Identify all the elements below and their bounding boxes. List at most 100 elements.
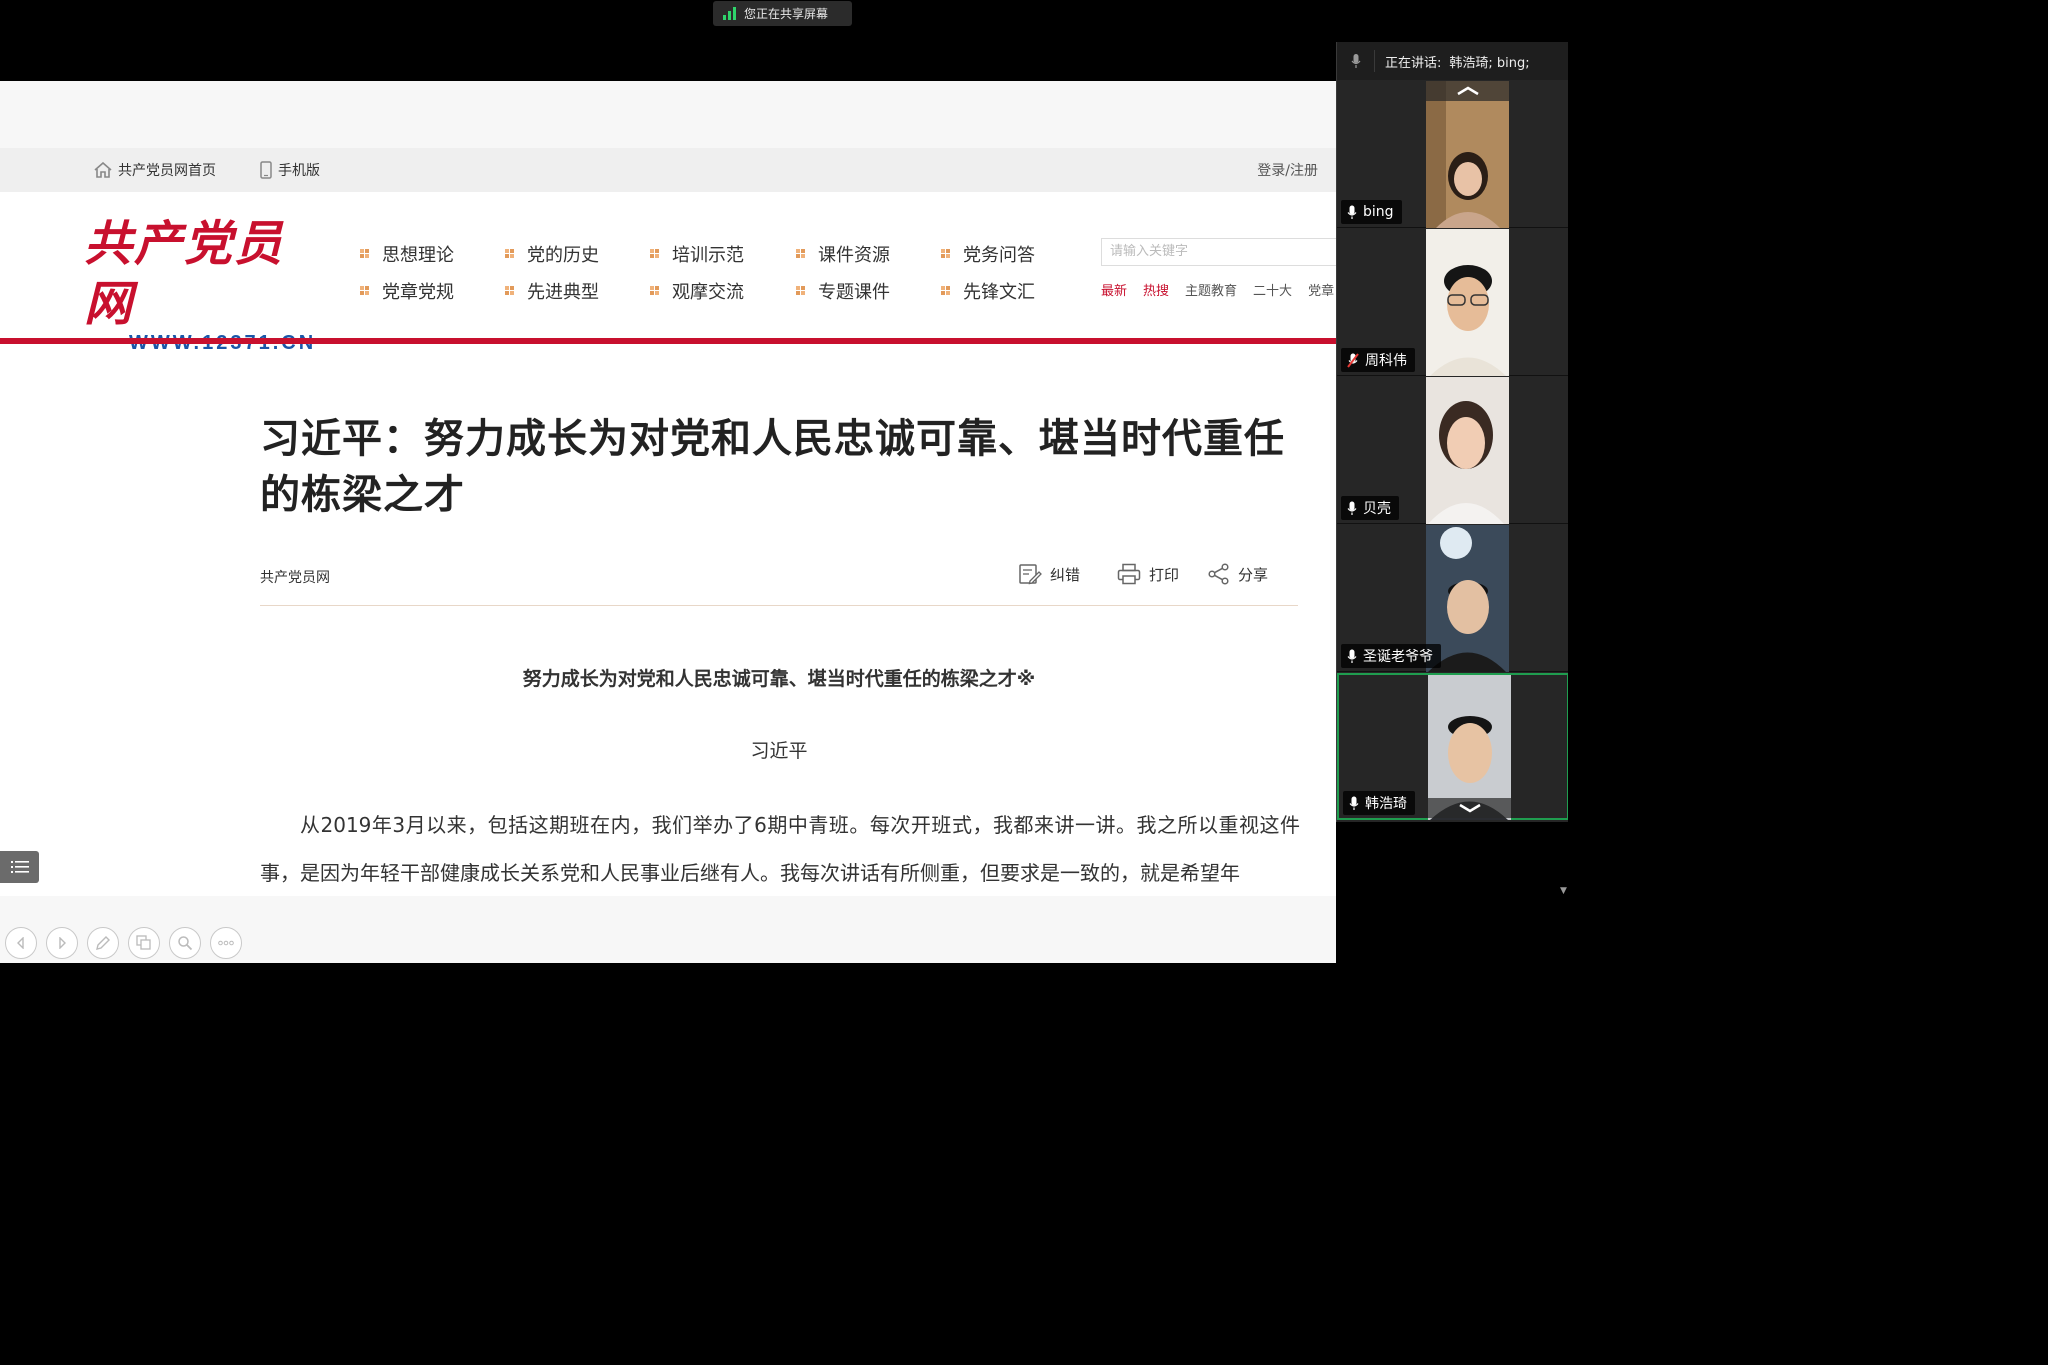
annotate-button[interactable]: [87, 927, 119, 959]
bullet-icon: [796, 286, 806, 296]
participant-video: [1426, 81, 1509, 228]
nav-item-theory[interactable]: 思想理论: [360, 241, 454, 267]
chevron-up-icon: [1456, 86, 1479, 96]
participant-tile[interactable]: bing: [1337, 81, 1568, 228]
correct-button[interactable]: 纠错: [1018, 563, 1080, 585]
participant-tile[interactable]: 圣诞老爷爷: [1337, 525, 1568, 672]
next-button[interactable]: [46, 927, 78, 959]
participant-tile-active[interactable]: 韩浩琦: [1337, 673, 1568, 820]
viewer-toolbar: [5, 927, 242, 959]
home-icon: [94, 162, 112, 178]
print-label: 打印: [1149, 565, 1180, 584]
participant-name: 贝壳: [1363, 501, 1391, 517]
speaking-label: 正在讲话:: [1385, 55, 1442, 71]
nav-item-literature[interactable]: 先锋文汇: [941, 278, 1035, 304]
hot-link[interactable]: 热搜: [1143, 280, 1169, 299]
participant-tile[interactable]: 周科伟: [1337, 229, 1568, 376]
participant-name: 圣诞老爷爷: [1363, 649, 1433, 665]
mic-icon: [1347, 501, 1357, 515]
participant-name-tag: bing: [1341, 200, 1402, 224]
home-link[interactable]: 共产党员网首页: [94, 148, 216, 192]
participant-video: [1426, 229, 1509, 376]
article-paragraph: 从2019年3月以来，包括这期班在内，我们举办了6期中青班。每次开班式，我都来讲…: [260, 813, 1300, 885]
participant-name-tag: 韩浩琦: [1343, 791, 1415, 815]
previous-button[interactable]: [5, 927, 37, 959]
mobile-version-link[interactable]: 手机版: [260, 148, 320, 192]
nav-item-qa[interactable]: 党务问答: [941, 241, 1035, 267]
login-register-link[interactable]: 登录/注册: [1257, 148, 1318, 192]
signal-bars-icon: [723, 7, 736, 20]
more-icon: [218, 940, 234, 946]
bullet-icon: [941, 249, 951, 259]
nav-label: 培训示范: [672, 245, 744, 266]
scroll-down-arrow-icon[interactable]: ▼: [1560, 886, 1567, 896]
nav-item-regulations[interactable]: 党章党规: [360, 278, 454, 304]
participants-panel: 正在讲话: 韩浩琦; bing; bing 周科伟 贝壳 圣诞老爷爷 韩浩琦: [1336, 42, 1568, 822]
hot-link[interactable]: 最新: [1101, 280, 1127, 299]
mic-icon: [1347, 205, 1357, 219]
participant-name: 周科伟: [1365, 353, 1407, 369]
page-top-strip: [0, 81, 1336, 148]
share-label: 分享: [1238, 565, 1269, 584]
share-button[interactable]: 分享: [1208, 563, 1268, 585]
pen-icon: [96, 936, 110, 950]
mic-icon: [1349, 796, 1359, 810]
hot-link[interactable]: 党章: [1308, 280, 1334, 299]
participant-name: bing: [1363, 204, 1394, 220]
nav-item-history[interactable]: 党的历史: [505, 241, 599, 267]
participant-name: 韩浩琦: [1365, 796, 1407, 812]
mic-icon: [1347, 649, 1357, 663]
thumbnails-button[interactable]: [128, 927, 160, 959]
correct-label: 纠错: [1050, 565, 1081, 584]
nav-label: 专题课件: [818, 282, 890, 303]
bullet-icon: [360, 286, 370, 296]
chevron-down-icon: [1458, 803, 1481, 813]
nav-label: 党务问答: [963, 245, 1035, 266]
edit-icon: [1019, 564, 1042, 585]
site-logo[interactable]: 共产党员网 WWW.12371.CN: [84, 214, 329, 353]
bullet-icon: [650, 286, 660, 296]
bullet-icon: [505, 286, 515, 296]
bullet-icon: [941, 286, 951, 296]
article-author: 习近平: [750, 740, 808, 762]
nav-item-exchange[interactable]: 观摩交流: [650, 278, 744, 304]
scroll-down-button[interactable]: [1428, 798, 1511, 818]
home-link-label: 共产党员网首页: [118, 163, 216, 179]
list-icon: [10, 861, 29, 873]
nav-item-training[interactable]: 培训示范: [650, 241, 744, 267]
bullet-icon: [360, 249, 370, 259]
hot-link[interactable]: 主题教育: [1185, 280, 1237, 299]
meta-divider: [260, 605, 1298, 606]
more-button[interactable]: [210, 927, 242, 959]
mic-icon: [1337, 50, 1375, 72]
nav-label: 党的历史: [527, 245, 599, 266]
table-of-contents-button[interactable]: [0, 851, 39, 883]
screen: 您正在共享屏幕 共产党员网首页 手机版 登录/注册 共产党员网 WWW.1237…: [0, 0, 1568, 1045]
article-subtitle: 努力成长为对党和人民忠诚可靠、堪当时代重任的栋梁之才※: [522, 668, 1036, 690]
phone-icon: [260, 161, 272, 179]
nav-label: 观摩交流: [672, 282, 744, 303]
site-topbar: 共产党员网首页 手机版 登录/注册: [0, 148, 1336, 192]
nav-item-models[interactable]: 先进典型: [505, 278, 599, 304]
nav-label: 先进典型: [527, 282, 599, 303]
hot-link[interactable]: 二十大: [1253, 280, 1292, 299]
nav-label: 课件资源: [818, 245, 890, 266]
header-divider: [0, 338, 1336, 344]
next-icon: [59, 937, 66, 949]
nav-label: 思想理论: [382, 245, 454, 266]
share-icon: [1208, 563, 1229, 585]
scroll-up-button[interactable]: [1426, 81, 1509, 101]
speaking-names: 韩浩琦; bing;: [1449, 55, 1530, 71]
zoom-button[interactable]: [169, 927, 201, 959]
nav-item-special-courses[interactable]: 专题课件: [796, 278, 890, 304]
search-input[interactable]: 请输入关键字: [1101, 238, 1336, 266]
active-speaker-bar: 正在讲话: 韩浩琦; bing;: [1337, 42, 1568, 80]
print-button[interactable]: 打印: [1117, 563, 1179, 585]
participant-tile[interactable]: 贝壳: [1337, 377, 1568, 524]
nav-item-courseware[interactable]: 课件资源: [796, 241, 890, 267]
screen-sharing-banner[interactable]: 您正在共享屏幕: [713, 1, 852, 26]
logo-title: 共产党员网: [84, 216, 285, 332]
participant-name-tag: 周科伟: [1341, 348, 1415, 372]
article-title: 习近平：努力成长为对党和人民忠诚可靠、堪当时代重任的栋梁之才: [260, 416, 1285, 518]
bullet-icon: [650, 249, 660, 259]
